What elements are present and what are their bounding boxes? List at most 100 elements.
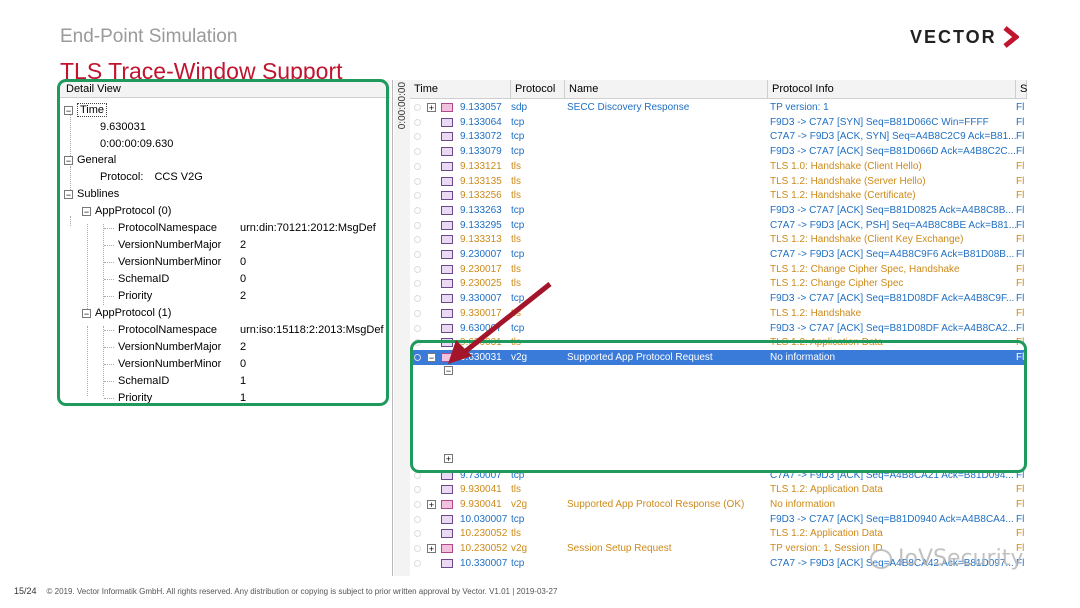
cell-s: Fl <box>1016 484 1025 496</box>
cell-name: Supported App Protocol Response (OK) <box>567 498 745 510</box>
bookmark-icon[interactable] <box>414 500 421 508</box>
bookmark-icon[interactable] <box>414 148 421 156</box>
cell-time: 9.133079 <box>460 146 502 158</box>
cell-s: Fl <box>1016 307 1025 319</box>
bookmark-icon[interactable] <box>414 280 421 288</box>
page-number: 15/24 <box>14 586 37 596</box>
cell-protocol: v2g <box>511 543 528 554</box>
trace-row[interactable]: +9.133057 sdp SECC Discovery Response TP ve… <box>410 100 1027 115</box>
column-name[interactable]: Name <box>565 80 768 98</box>
cell-time: 9.133135 <box>460 175 502 187</box>
bookmark-icon[interactable] <box>414 133 421 141</box>
bookmark-icon[interactable] <box>414 545 421 552</box>
frame-icon <box>441 264 453 274</box>
cell-protocol-info: F9D3 -> C7A7 [ACK] Seq=B81D0940 Ack=A4B8… <box>770 513 1014 525</box>
trace-row[interactable]: 10.030007 tcp F9D3 -> C7A7 [ACK] Seq=B81D0… <box>410 512 1027 527</box>
message-icon <box>441 499 453 509</box>
cell-protocol: tcp <box>511 146 525 158</box>
cell-protocol: tls <box>511 160 521 172</box>
bookmark-icon[interactable] <box>414 265 421 273</box>
cell-time: 9.133057 <box>460 102 502 113</box>
frame-icon <box>441 558 453 568</box>
cell-s: Fl <box>1016 131 1025 143</box>
trace-row[interactable]: 9.133313 tls TLS 1.2: Handshake (Client Ke… <box>410 232 1027 247</box>
bookmark-icon[interactable] <box>414 221 421 229</box>
cell-time: 10.230052 <box>460 528 508 540</box>
cell-s: Fl <box>1016 102 1025 113</box>
cell-time: 9.133072 <box>460 131 502 143</box>
vector-logo: VECTOR <box>910 26 1019 48</box>
frame-icon <box>441 250 453 259</box>
trace-row[interactable]: 9.133079 tcp F9D3 -> C7A7 [ACK] Seq=B81D06… <box>410 144 1027 159</box>
column-protocol-info[interactable]: Protocol Info <box>768 80 1016 98</box>
cell-time: 10.230052 <box>460 543 508 554</box>
bookmark-icon[interactable] <box>414 236 421 244</box>
column-time[interactable]: Time <box>410 80 511 98</box>
cell-time: 9.930041 <box>460 484 502 496</box>
bookmark-icon[interactable] <box>414 530 421 538</box>
expand-icon[interactable]: + <box>427 544 436 554</box>
frame-icon <box>441 235 453 245</box>
time-offset-label: 0:00:00:00 <box>397 82 408 130</box>
bookmark-icon[interactable] <box>414 515 421 523</box>
cell-protocol-info: TLS 1.2: Handshake <box>770 307 862 319</box>
cell-time: 10.330007 <box>460 557 508 569</box>
trace-row[interactable]: 9.133121 tls TLS 1.0: Handshake (Client He… <box>410 159 1027 174</box>
bookmark-icon[interactable] <box>414 295 421 303</box>
cell-protocol-info: C7A7 -> F9D3 [ACK, PSH] Seq=A4B8C8BE Ack… <box>770 219 1018 231</box>
cell-protocol: tcp <box>511 204 525 216</box>
bookmark-icon[interactable] <box>414 118 421 126</box>
cell-protocol: tls <box>511 190 521 202</box>
column-s[interactable]: S <box>1016 80 1027 98</box>
bookmark-icon[interactable] <box>414 177 421 185</box>
frame-icon <box>441 117 453 127</box>
cell-protocol: tcp <box>511 249 525 260</box>
expand-icon[interactable]: + <box>427 499 436 509</box>
cell-protocol-info: C7A7 -> F9D3 [ACK, SYN] Seq=A4B8C2C9 Ack… <box>770 131 1017 143</box>
trace-row[interactable]: 9.133064 tcp F9D3 -> C7A7 [SYN] Seq=B81D06… <box>410 115 1027 130</box>
cell-s: Fl <box>1016 498 1025 510</box>
cell-protocol: tls <box>511 175 521 187</box>
trace-row[interactable]: 9.133295 tcp C7A7 -> F9D3 [ACK, PSH] Seq=A… <box>410 218 1027 233</box>
red-arrow-icon <box>448 282 552 364</box>
trace-row[interactable]: 9.133072 tcp C7A7 -> F9D3 [ACK, SYN] Seq=A… <box>410 129 1027 144</box>
bookmark-icon[interactable] <box>414 192 421 200</box>
frame-icon <box>441 147 453 157</box>
cell-time: 9.133121 <box>460 160 502 172</box>
bookmark-icon[interactable] <box>414 486 421 494</box>
bookmark-icon[interactable] <box>414 104 421 111</box>
cell-protocol-info: No information <box>770 498 836 510</box>
bookmark-icon[interactable] <box>414 162 421 170</box>
pane-splitter[interactable] <box>394 80 410 576</box>
cell-protocol: v2g <box>511 498 528 510</box>
cell-time: 9.133313 <box>460 234 502 246</box>
trace-row[interactable]: 9.133256 tls TLS 1.2: Handshake (Certifica… <box>410 188 1027 203</box>
cell-protocol: tcp <box>511 557 525 569</box>
trace-row[interactable]: +9.930041 v2g Supported App Protocol Respo… <box>410 497 1027 512</box>
frame-icon <box>441 529 453 539</box>
cell-s: Fl <box>1016 160 1025 172</box>
cell-s: Fl <box>1016 116 1025 128</box>
cell-time: 9.230017 <box>460 263 502 275</box>
highlight-detail-box <box>57 79 389 406</box>
trace-row[interactable]: 9.230017 tls TLS 1.2: Change Cipher Spec, … <box>410 262 1027 277</box>
cell-protocol: tcp <box>511 116 525 128</box>
column-protocol[interactable]: Protocol <box>511 80 565 98</box>
cell-time: 10.030007 <box>460 513 508 525</box>
bookmark-icon[interactable] <box>414 206 421 214</box>
bookmark-icon[interactable] <box>414 324 421 332</box>
expand-icon[interactable]: + <box>427 103 436 113</box>
bookmark-icon[interactable] <box>414 251 421 258</box>
bookmark-icon[interactable] <box>414 559 421 567</box>
trace-row[interactable]: 9.930041 tls TLS 1.2: Application Data Fl <box>410 482 1027 497</box>
cell-protocol-info: TLS 1.2: Change Cipher Spec <box>770 278 904 290</box>
trace-row[interactable]: 10.230052 tls TLS 1.2: Application Data Fl <box>410 526 1027 541</box>
trace-row[interactable]: 9.230007 tcp C7A7 -> F9D3 [ACK] Seq=A4B8C9… <box>410 247 1027 262</box>
bookmark-icon[interactable] <box>414 309 421 317</box>
cell-protocol-info: TLS 1.0: Handshake (Client Hello) <box>770 160 922 172</box>
trace-row[interactable]: 9.133135 tls TLS 1.2: Handshake (Server He… <box>410 174 1027 189</box>
cell-protocol-info: TP version: 1 <box>770 102 829 113</box>
watermark-text: IoVSecurity <box>898 546 1024 571</box>
cell-s: Fl <box>1016 219 1025 231</box>
trace-row[interactable]: 9.133263 tcp F9D3 -> C7A7 [ACK] Seq=B81D08… <box>410 203 1027 218</box>
